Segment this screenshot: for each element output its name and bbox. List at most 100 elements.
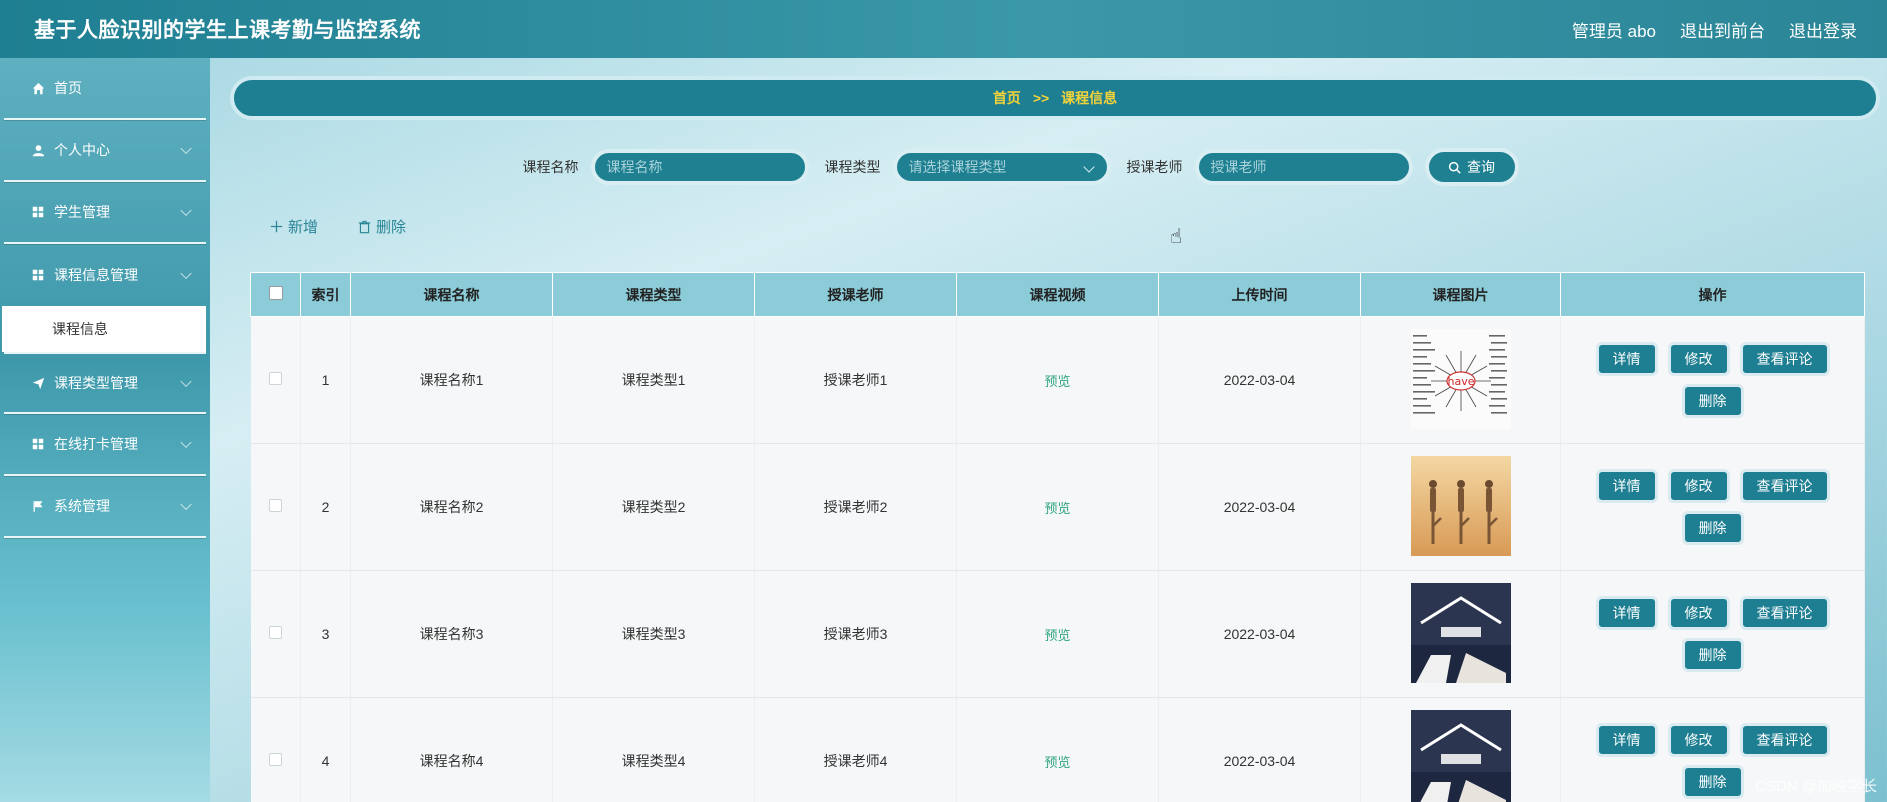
admin-label: 管理员 abo	[1571, 21, 1656, 41]
cell-upload-time: 2022-03-04	[1158, 316, 1361, 444]
cell-video: 预览	[956, 316, 1159, 444]
course-name-input[interactable]: 课程名称	[590, 149, 809, 185]
sidebar-item-label: 个人中心	[54, 142, 110, 158]
sidebar-item-checkin[interactable]: 在线打卡管理	[4, 414, 206, 476]
cell-index: 3	[300, 570, 351, 698]
select-all-cell	[250, 272, 301, 317]
video-preview-link[interactable]: 预览	[1044, 501, 1070, 516]
column-header: 索引	[300, 272, 351, 317]
submenu-item-course-info[interactable]: 课程信息	[2, 306, 206, 352]
grid-icon	[30, 204, 46, 220]
cell-course-image	[1360, 570, 1561, 698]
add-label: 新增	[288, 219, 319, 236]
cell-video: 预览	[956, 697, 1159, 802]
search-icon	[1448, 161, 1461, 174]
sidebar-item-students[interactable]: 学生管理	[4, 182, 206, 244]
detail-button[interactable]: 详情	[1595, 342, 1658, 376]
delete-button[interactable]: 删除	[1681, 765, 1744, 799]
edit-button[interactable]: 修改	[1667, 723, 1730, 757]
breadcrumb-home[interactable]: 首页	[993, 88, 1021, 108]
cell-course-type: 课程类型2	[552, 443, 755, 571]
row-checkbox[interactable]	[268, 372, 282, 385]
delete-button[interactable]: 删除	[1681, 638, 1744, 672]
batch-delete-button[interactable]: 删除	[358, 216, 406, 237]
pointer-cursor-icon: ☝	[1170, 226, 1183, 248]
course-type-label: 课程类型	[824, 159, 881, 175]
view-comments-button[interactable]: 查看评论	[1739, 596, 1830, 630]
app-title: 基于人脸识别的学生上课考勤与监控系统	[34, 19, 421, 42]
sidebar-item-label: 学生管理	[54, 204, 110, 220]
sidebar-item-label: 首页	[54, 80, 82, 96]
chevron-down-icon	[180, 436, 192, 449]
teacher-input[interactable]: 授课老师	[1194, 149, 1413, 185]
row-checkbox[interactable]	[268, 499, 282, 512]
column-header: 上传时间	[1158, 272, 1361, 317]
cell-course-name: 课程名称2	[350, 443, 553, 571]
breadcrumb: 首页 >> 课程信息	[230, 76, 1880, 120]
cell-operations: 详情 修改 查看评论删除	[1560, 443, 1865, 571]
row-checkbox[interactable]	[268, 753, 282, 766]
video-preview-link[interactable]: 预览	[1044, 374, 1070, 389]
cell-teacher: 授课老师3	[754, 570, 957, 698]
grid-icon	[30, 267, 46, 283]
sidebar-item-course-info[interactable]: 课程信息管理	[4, 244, 206, 306]
row-checkbox[interactable]	[268, 626, 282, 639]
to-front-link[interactable]: 退出到前台	[1680, 17, 1765, 42]
course-image	[1410, 709, 1511, 802]
cell-course-name: 课程名称1	[350, 316, 553, 444]
column-header: 授课老师	[754, 272, 957, 317]
sidebar-item-home[interactable]: 首页	[4, 58, 206, 120]
table-row: 4 课程名称4 课程类型4 授课老师4 预览 2022-03-04 详情 修改 查看评论 删除	[250, 697, 1865, 802]
select-all-checkbox[interactable]	[268, 286, 283, 300]
teacher-label: 授课老师	[1126, 159, 1183, 175]
cell-index: 4	[300, 697, 351, 802]
breadcrumb-separator: >>	[1032, 90, 1050, 106]
course-image: have	[1410, 328, 1511, 432]
course-image	[1410, 455, 1511, 559]
cell-course-image: have	[1360, 316, 1561, 444]
home-icon	[30, 80, 46, 96]
course-table: 索引 课程名称 课程类型 授课老师 课程视频 上传时间 课程图片 操作 1 课程名…	[250, 272, 1865, 802]
sidebar: 首页 个人中心 学生管理 课程信息管理 课程信息 课程类型管理 在线打卡管理 系…	[0, 58, 210, 802]
sidebar-item-course-type[interactable]: 课程类型管理	[4, 352, 206, 414]
detail-button[interactable]: 详情	[1595, 723, 1658, 757]
cell-upload-time: 2022-03-04	[1158, 570, 1361, 698]
course-image	[1410, 582, 1511, 686]
cell-operations: 详情 修改 查看评论删除	[1560, 316, 1865, 444]
breadcrumb-current: 课程信息	[1061, 90, 1118, 106]
detail-button[interactable]: 详情	[1595, 596, 1658, 630]
course-type-select[interactable]: 请选择课程类型	[892, 149, 1111, 185]
chevron-down-icon	[1082, 161, 1095, 173]
view-comments-button[interactable]: 查看评论	[1739, 342, 1830, 376]
query-label: 查询	[1467, 159, 1495, 175]
view-comments-button[interactable]: 查看评论	[1739, 723, 1830, 757]
chevron-down-icon	[180, 142, 192, 155]
table-row: 1 课程名称1 课程类型1 授课老师1 预览 2022-03-04 have 详情 修改 查看评论…	[250, 316, 1865, 444]
delete-button[interactable]: 删除	[1681, 384, 1744, 418]
video-preview-link[interactable]: 预览	[1044, 755, 1070, 770]
delete-button[interactable]: 删除	[1681, 511, 1744, 545]
edit-button[interactable]: 修改	[1667, 342, 1730, 376]
grid-icon	[30, 436, 46, 452]
table-toolbar: 新增 删除	[270, 216, 406, 237]
detail-button[interactable]: 详情	[1595, 469, 1658, 503]
video-preview-link[interactable]: 预览	[1044, 628, 1070, 643]
edit-button[interactable]: 修改	[1667, 596, 1730, 630]
sidebar-item-label: 课程信息管理	[54, 267, 138, 283]
logout-link[interactable]: 退出登录	[1789, 17, 1857, 42]
chevron-down-icon	[180, 375, 192, 388]
course-name-placeholder: 课程名称	[606, 159, 663, 175]
sidebar-item-personal[interactable]: 个人中心	[4, 120, 206, 182]
query-button[interactable]: 查询	[1424, 148, 1519, 186]
column-header: 课程图片	[1360, 272, 1561, 317]
sidebar-item-label: 在线打卡管理	[54, 436, 138, 452]
sidebar-item-label: 课程类型管理	[54, 375, 138, 391]
sidebar-item-system[interactable]: 系统管理	[4, 476, 206, 538]
view-comments-button[interactable]: 查看评论	[1739, 469, 1830, 503]
add-button[interactable]: 新增	[270, 216, 318, 237]
svg-text:have: have	[1447, 375, 1474, 388]
table-row: 3 课程名称3 课程类型3 授课老师3 预览 2022-03-04 详情 修改 查看评论 删除	[250, 570, 1865, 698]
table-header-row: 索引 课程名称 课程类型 授课老师 课程视频 上传时间 课程图片 操作	[250, 272, 1865, 317]
edit-button[interactable]: 修改	[1667, 469, 1730, 503]
cell-course-image	[1360, 697, 1561, 802]
